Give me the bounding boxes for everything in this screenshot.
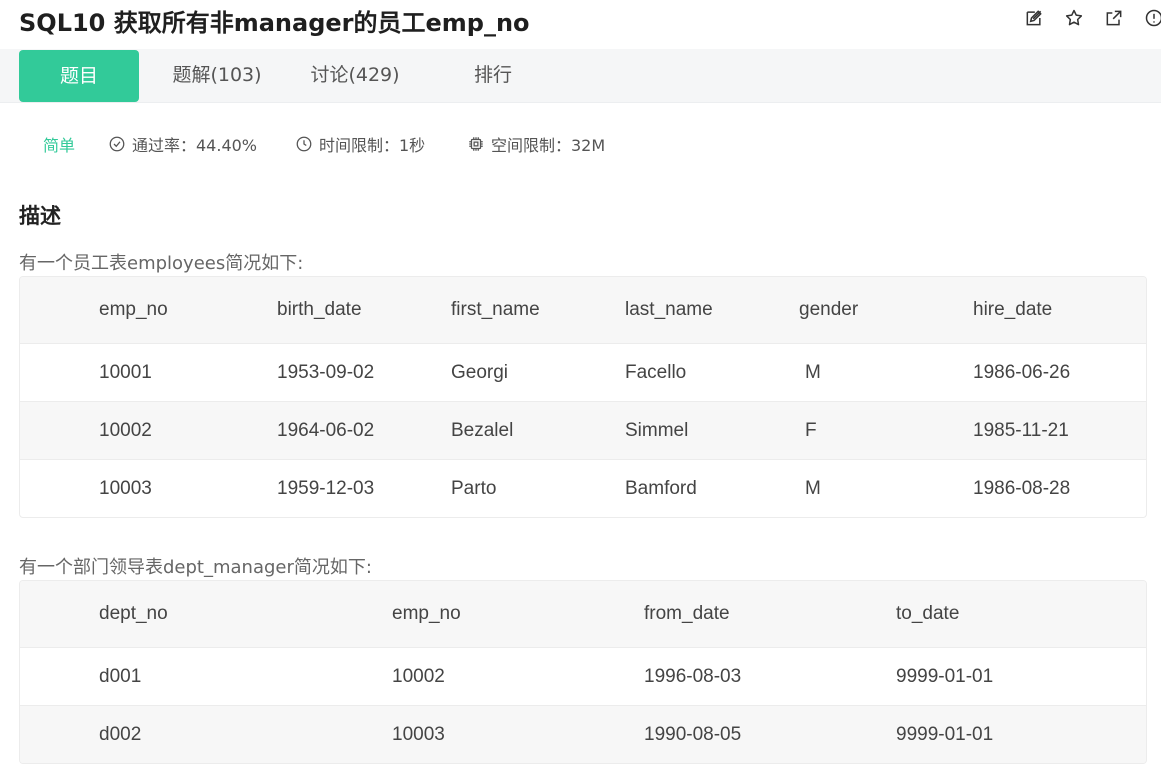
time-limit: 时间限制：1秒 <box>295 130 425 158</box>
title-actions <box>1022 6 1161 30</box>
chip-icon <box>469 137 483 151</box>
edit-icon[interactable] <box>1022 6 1046 30</box>
table-cell: 10002 <box>99 419 152 441</box>
difficulty-badge: 简单 <box>43 130 75 158</box>
time-limit-label: 时间限制：1秒 <box>319 136 426 155</box>
table-row: d001 10002 1996-08-03 9999-01-01 <box>20 647 1146 705</box>
employees-intro: 有一个员工表employees简况如下: <box>19 253 304 274</box>
table-cell: Georgi <box>451 361 509 383</box>
table-cell: 10002 <box>392 665 445 687</box>
table-row: d002 10003 1990-08-05 9999-01-01 <box>20 705 1146 763</box>
pass-rate: 通过率：44.40% <box>108 130 257 158</box>
table-row: 10003 1959-12-03 Parto Bamford M 1986-08… <box>20 459 1146 517</box>
check-circle-icon <box>109 136 125 152</box>
table-cell: 9999-01-01 <box>896 665 994 687</box>
table-header-row: dept_no emp_no from_date to_date <box>20 581 1146 647</box>
difficulty-label: 简单 <box>43 136 76 155</box>
table-row: 10001 1953-09-02 Georgi Facello M 1986-0… <box>20 343 1146 401</box>
table-cell: Bamford <box>625 477 697 499</box>
column-header: last_name <box>625 299 713 320</box>
employees-table: emp_no birth_date first_name last_name g… <box>19 276 1147 518</box>
table-cell: 1964-06-02 <box>277 419 375 441</box>
table-cell: 1959-12-03 <box>277 477 375 499</box>
column-header: from_date <box>644 603 730 624</box>
table-cell: Bezalel <box>451 419 514 441</box>
table-cell: 10001 <box>99 361 152 383</box>
tab-discussion[interactable]: 讨论(429) <box>294 49 416 102</box>
column-header: emp_no <box>392 603 461 624</box>
table-cell: 10003 <box>392 723 445 745</box>
space-limit-label: 空间限制：32M <box>491 136 606 155</box>
space-limit: 空间限制：32M <box>467 130 605 158</box>
table-cell: Facello <box>625 361 687 383</box>
table-cell: Parto <box>451 477 497 499</box>
column-header: dept_no <box>99 603 168 624</box>
table-cell: 1986-06-26 <box>973 361 1071 383</box>
table-cell: 1986-08-28 <box>973 477 1071 499</box>
tab-problem[interactable]: 题目 <box>19 50 139 102</box>
star-icon[interactable] <box>1062 6 1086 30</box>
pass-rate-label: 通过率：44.40% <box>132 136 258 155</box>
table-cell: 9999-01-01 <box>896 723 994 745</box>
column-header: first_name <box>451 299 540 320</box>
column-header: gender <box>799 299 859 320</box>
table-cell: M <box>805 477 821 499</box>
table-row: 10002 1964-06-02 Bezalel Simmel F 1985-1… <box>20 401 1146 459</box>
table-cell: Simmel <box>625 419 689 441</box>
table-cell: F <box>805 419 817 441</box>
tab-solutions[interactable]: 题解(103) <box>156 49 278 102</box>
table-cell: 1990-08-05 <box>644 723 742 745</box>
column-header: hire_date <box>973 299 1053 320</box>
table-cell: 10003 <box>99 477 152 499</box>
title-bar: SQL10 获取所有非manager的员工emp_no <box>0 0 1161 44</box>
dept-manager-intro: 有一个部门领导表dept_manager简况如下: <box>19 557 372 578</box>
table-header-row: emp_no birth_date first_name last_name g… <box>20 277 1146 343</box>
table-cell: 1985-11-21 <box>973 419 1069 441</box>
table-cell: d002 <box>99 723 142 745</box>
description-heading: 描述 <box>19 204 61 228</box>
dept-manager-table: dept_no emp_no from_date to_date d001 10… <box>19 580 1147 764</box>
column-header: birth_date <box>277 299 362 320</box>
column-header: emp_no <box>99 299 168 320</box>
column-header: to_date <box>896 603 960 624</box>
page-title: SQL10 获取所有非manager的员工emp_no <box>19 9 530 37</box>
table-cell: 1953-09-02 <box>277 361 375 383</box>
external-link-icon[interactable] <box>1102 6 1126 30</box>
table-cell: d001 <box>99 665 142 687</box>
table-cell: M <box>805 361 821 383</box>
tab-ranking[interactable]: 排行 <box>433 49 553 102</box>
problem-meta: 简单 通过率：44.40% 时间限制：1秒 空间限制：32M <box>0 130 1161 158</box>
clock-icon <box>296 136 312 152</box>
table-cell: 1996-08-03 <box>644 665 742 687</box>
tab-bar: 题目 题解(103) 讨论(429) 排行 <box>0 49 1161 103</box>
report-icon[interactable] <box>1142 6 1161 30</box>
